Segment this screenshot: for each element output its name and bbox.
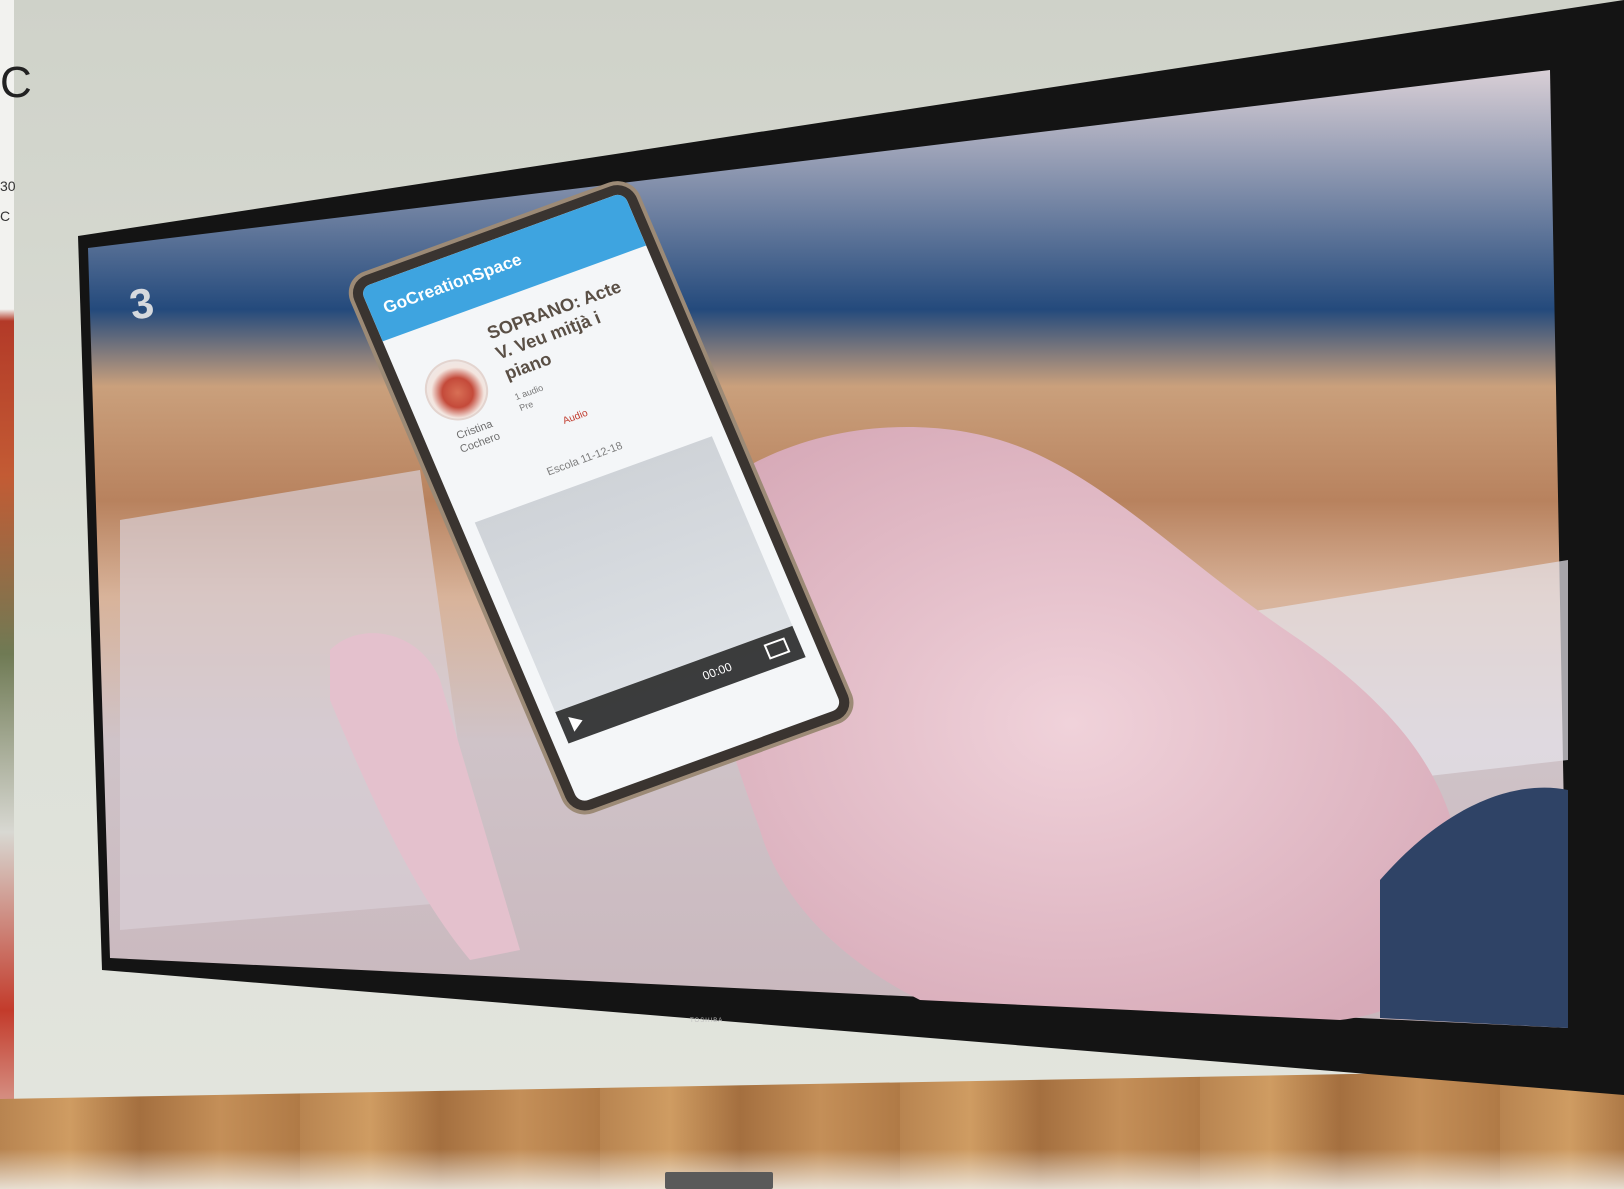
- fullscreen-icon: [763, 637, 791, 660]
- tv-brand: TOSHIBA: [690, 1018, 724, 1024]
- television: [78, 0, 1624, 1095]
- photo-scene: C 30 C 3 GoCreationSpace Cristina Cocher…: [0, 0, 1624, 1189]
- post-meta: 1 audio Pre: [513, 382, 550, 414]
- audio-link: Audio: [561, 407, 590, 427]
- play-icon: [568, 712, 586, 732]
- video-time: 00:00: [700, 659, 735, 683]
- avatar: [415, 350, 498, 430]
- video-controls: 00:00: [555, 625, 806, 744]
